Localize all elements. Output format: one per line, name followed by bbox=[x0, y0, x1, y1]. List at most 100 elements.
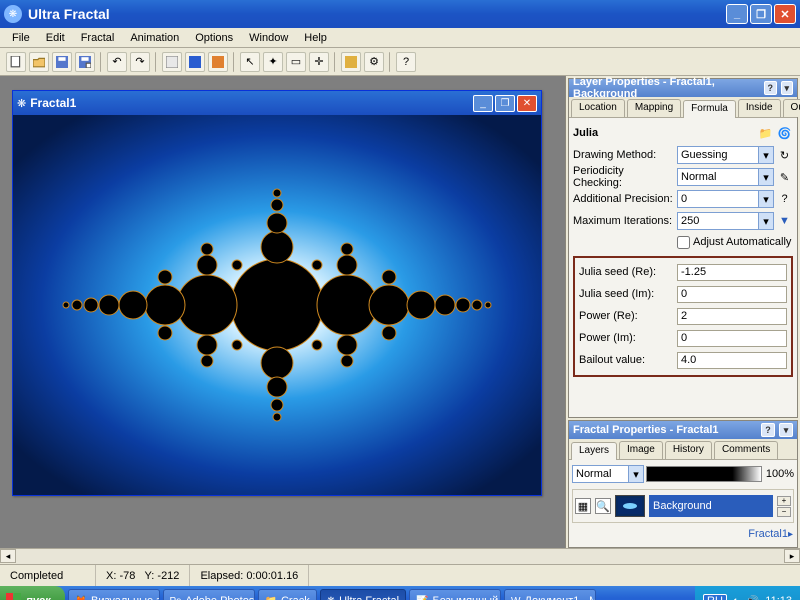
layer-panel-help-icon[interactable]: ? bbox=[764, 81, 777, 95]
fractal-canvas[interactable] bbox=[13, 115, 541, 495]
layer-item-background[interactable]: Background bbox=[649, 495, 773, 517]
tb-undo-icon[interactable]: ↶ bbox=[107, 52, 127, 72]
precision-help-icon[interactable]: ? bbox=[776, 191, 793, 208]
chevron-down-icon: ▾ bbox=[628, 466, 643, 482]
taskbar-item[interactable]: Ps Adobe Photosh… bbox=[163, 589, 255, 600]
periodicity-select[interactable]: Normal▾ bbox=[677, 168, 774, 186]
layer-remove-icon[interactable]: − bbox=[777, 507, 791, 517]
fractal-panel-help-icon[interactable]: ? bbox=[761, 423, 775, 437]
workspace-scrollbar[interactable]: ◂ ▸ bbox=[0, 548, 800, 564]
param-input-power-im[interactable]: 0 bbox=[677, 330, 787, 347]
tab-history[interactable]: History bbox=[665, 441, 712, 459]
param-input-julia-re[interactable]: -1.25 bbox=[677, 264, 787, 281]
fractal-window: ❋ Fractal1 _ ❐ ✕ bbox=[12, 90, 542, 496]
menu-options[interactable]: Options bbox=[187, 30, 241, 46]
window-maximize-button[interactable]: ❐ bbox=[750, 4, 772, 24]
menu-fractal[interactable]: Fractal bbox=[73, 30, 123, 46]
taskbar-item[interactable]: W Документ1 - Mi… bbox=[504, 589, 596, 600]
precision-select[interactable]: 0▾ bbox=[677, 190, 774, 208]
maxiter-select[interactable]: 250▾ bbox=[677, 212, 774, 230]
param-input-julia-im[interactable]: 0 bbox=[677, 286, 787, 303]
menu-file[interactable]: File bbox=[4, 30, 38, 46]
tab-image[interactable]: Image bbox=[619, 441, 663, 459]
layer-properties-panel: Layer Properties - Fractal1, Background … bbox=[568, 78, 798, 418]
tab-comments[interactable]: Comments bbox=[714, 441, 778, 459]
formula-name: Julia bbox=[573, 127, 598, 139]
layer-zoom-icon[interactable]: 🔍 bbox=[595, 498, 611, 514]
menu-edit[interactable]: Edit bbox=[38, 30, 73, 46]
window-close-button[interactable]: ✕ bbox=[774, 4, 796, 24]
tb-help-icon[interactable]: ? bbox=[396, 52, 416, 72]
maxiter-expand-icon[interactable]: ▼ bbox=[776, 213, 793, 230]
tb-pointer-icon[interactable]: ↖ bbox=[240, 52, 260, 72]
status-coords: X: -78 Y: -212 bbox=[96, 565, 190, 586]
tb-new-icon[interactable] bbox=[6, 52, 26, 72]
tray-language[interactable]: RU bbox=[703, 594, 727, 600]
fractal-window-titlebar[interactable]: ❋ Fractal1 _ ❐ ✕ bbox=[13, 91, 541, 115]
layer-add-icon[interactable]: + bbox=[777, 496, 791, 506]
status-state: Completed bbox=[0, 565, 96, 586]
fractal-panel-collapse-icon[interactable]: ▾ bbox=[779, 423, 793, 437]
tb-save-icon[interactable] bbox=[52, 52, 72, 72]
tb-sep bbox=[155, 52, 157, 72]
tab-layers[interactable]: Layers bbox=[571, 442, 617, 460]
layer-panel-collapse-icon[interactable]: ▾ bbox=[781, 81, 794, 95]
menu-window[interactable]: Window bbox=[241, 30, 296, 46]
status-elapsed: Elapsed: 0:00:01.16 bbox=[190, 565, 309, 586]
innerwin-min-button[interactable]: _ bbox=[473, 95, 493, 112]
layer-visibility-icon[interactable]: ▦ bbox=[575, 498, 591, 514]
taskbar-item[interactable]: 🦊 Визуальные за… bbox=[68, 589, 160, 600]
formula-reload-icon[interactable]: 🌀 bbox=[776, 125, 793, 142]
opacity-value: 100% bbox=[764, 468, 794, 480]
menu-help[interactable]: Help bbox=[296, 30, 335, 46]
drawing-method-select[interactable]: Guessing▾ bbox=[677, 146, 774, 164]
tb-render-icon[interactable] bbox=[162, 52, 182, 72]
tb-run-icon[interactable] bbox=[341, 52, 361, 72]
formula-browse-icon[interactable]: 📁 bbox=[757, 125, 774, 142]
menu-animation[interactable]: Animation bbox=[122, 30, 187, 46]
taskbar: пуск 🦊 Визуальные за… Ps Adobe Photosh… … bbox=[0, 586, 800, 600]
tb-redo-icon[interactable]: ↷ bbox=[130, 52, 150, 72]
innerwin-close-button[interactable]: ✕ bbox=[517, 95, 537, 112]
tb-target-icon[interactable]: ✛ bbox=[309, 52, 329, 72]
taskbar-item[interactable]: 📝 Безымянный - … bbox=[409, 589, 501, 600]
tab-inside[interactable]: Inside bbox=[738, 99, 781, 117]
opacity-slider[interactable] bbox=[646, 466, 762, 482]
tb-mode-b-icon[interactable] bbox=[208, 52, 228, 72]
chevron-down-icon: ▾ bbox=[758, 169, 773, 185]
tab-mapping[interactable]: Mapping bbox=[627, 99, 681, 117]
periodicity-edit-icon[interactable]: ✎ bbox=[776, 169, 793, 186]
tab-location[interactable]: Location bbox=[571, 99, 625, 117]
param-input-bailout[interactable]: 4.0 bbox=[677, 352, 787, 369]
innerwin-max-button[interactable]: ❐ bbox=[495, 95, 515, 112]
app-titlebar: ❋ Ultra Fractal _ ❐ ✕ bbox=[0, 0, 800, 28]
tb-save-as-icon[interactable] bbox=[75, 52, 95, 72]
chevron-down-icon: ▾ bbox=[758, 191, 773, 207]
tb-sep bbox=[334, 52, 336, 72]
start-button[interactable]: пуск bbox=[0, 586, 65, 600]
tb-sep bbox=[233, 52, 235, 72]
fractal-panel-title: Fractal Properties - Fractal1 bbox=[573, 424, 719, 436]
tray-icon[interactable]: ◐ bbox=[733, 595, 740, 600]
param-input-power-re[interactable]: 2 bbox=[677, 308, 787, 325]
taskbar-item[interactable]: 📁 Crack bbox=[258, 589, 317, 600]
scroll-right-icon[interactable]: ▸ bbox=[784, 549, 800, 563]
tb-mode-a-icon[interactable] bbox=[185, 52, 205, 72]
layer-panel-header[interactable]: Layer Properties - Fractal1, Background … bbox=[569, 79, 797, 97]
taskbar-item-active[interactable]: ❋ Ultra Fractal bbox=[320, 589, 406, 600]
tb-wand-icon[interactable]: ✦ bbox=[263, 52, 283, 72]
scroll-left-icon[interactable]: ◂ bbox=[0, 549, 16, 563]
system-tray[interactable]: RU ◐ 🔊 11:13 bbox=[695, 586, 800, 600]
tray-icon[interactable]: 🔊 bbox=[746, 595, 760, 600]
blend-mode-select[interactable]: Normal▾ bbox=[572, 465, 644, 483]
fractal-panel-header[interactable]: Fractal Properties - Fractal1 ? ▾ bbox=[569, 421, 797, 439]
drawing-method-refresh-icon[interactable]: ↻ bbox=[776, 147, 793, 164]
tb-open-icon[interactable] bbox=[29, 52, 49, 72]
window-minimize-button[interactable]: _ bbox=[726, 4, 748, 24]
adjust-auto-checkbox[interactable] bbox=[677, 236, 690, 249]
tab-outside[interactable]: Outside bbox=[783, 99, 800, 117]
tab-formula[interactable]: Formula bbox=[683, 100, 736, 118]
tb-select-icon[interactable]: ▭ bbox=[286, 52, 306, 72]
layer-thumbnail[interactable] bbox=[615, 495, 645, 517]
tb-gear-icon[interactable]: ⚙ bbox=[364, 52, 384, 72]
